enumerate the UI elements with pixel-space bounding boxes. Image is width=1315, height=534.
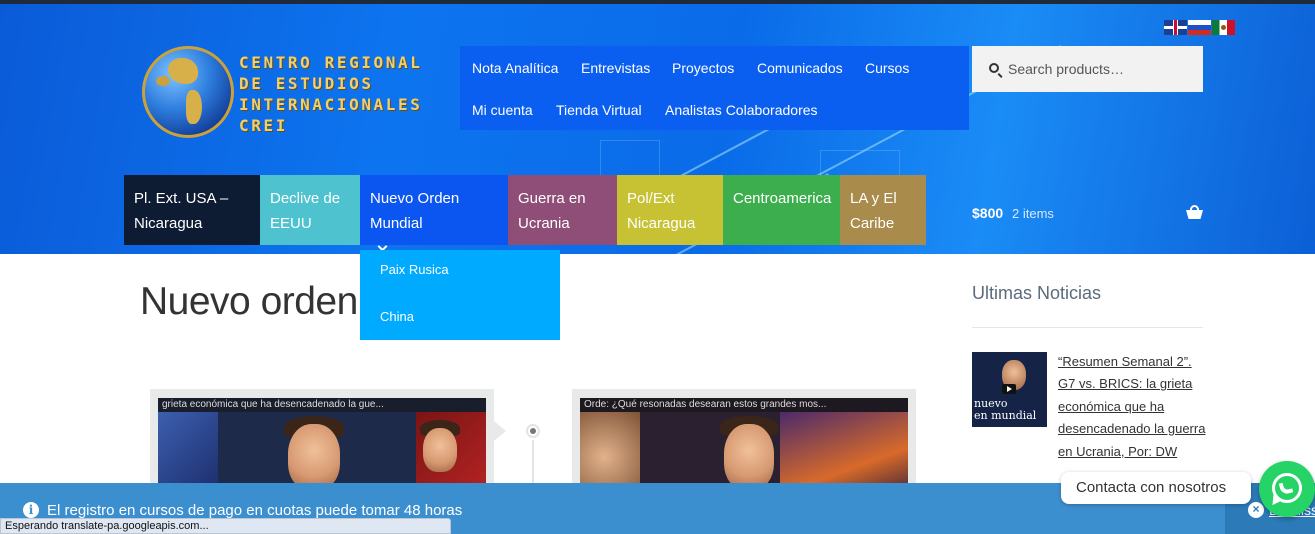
nav-label: Pl. Ext. USA – <box>134 190 229 207</box>
nav-mi-cuenta[interactable]: Mi cuenta <box>472 101 533 119</box>
site-header: CENTRO REGIONAL DE ESTUDIOS INTERNACIONA… <box>0 0 1315 254</box>
dropdown-item-china[interactable]: China <box>380 309 414 324</box>
logo-text: CENTRO REGIONAL DE ESTUDIOS INTERNACIONA… <box>239 52 469 136</box>
nav-centroamerica[interactable]: Centroamerica <box>723 175 840 245</box>
news-thumbnail[interactable]: nuevo en mundial <box>972 352 1047 427</box>
header-decoration <box>600 140 660 180</box>
video-caption: Orde: ¿Qué resonadas desearan estos gran… <box>580 398 908 412</box>
nav-label: Ucrania <box>518 215 570 232</box>
nav-nuevo-orden-mundial[interactable]: Nuevo Orden Mundial <box>360 175 508 252</box>
russia-flag-icon[interactable] <box>1188 20 1211 35</box>
notice-message: El registro en cursos de pago en cuotas … <box>47 502 463 519</box>
search-icon[interactable] <box>989 63 999 73</box>
whatsapp-label[interactable]: Contacta con nosotros <box>1061 472 1251 504</box>
nav-label: EEUU <box>270 215 312 232</box>
dropdown-item-paix-rusica[interactable]: Paix Rusica <box>380 262 449 277</box>
sidebar-divider <box>972 327 1203 328</box>
cart-amount: $800 <box>972 205 1004 221</box>
mini-cart[interactable]: $800 2 items <box>972 205 1204 225</box>
nav-proyectos[interactable]: Proyectos <box>672 59 734 77</box>
video-caption: grieta económica que ha desencadenado la… <box>158 398 486 412</box>
nav-analistas-colaboradores[interactable]: Analistas Colaboradores <box>665 101 818 119</box>
top-border <box>0 0 1315 4</box>
product-search <box>972 46 1203 92</box>
primary-nav: Pl. Ext. USA – Nicaragua Declive de EEUU… <box>124 175 926 252</box>
basket-icon[interactable] <box>1186 205 1203 219</box>
nav-cursos[interactable]: Cursos <box>865 59 909 77</box>
cart-count: 2 items <box>1012 206 1054 221</box>
timeline-pointer <box>494 421 506 441</box>
logo-line: CENTRO REGIONAL <box>239 53 423 72</box>
nav-declive-eeuu[interactable]: Declive de EEUU <box>260 175 360 245</box>
nav-la-caribe[interactable]: LA y El Caribe <box>840 175 926 245</box>
nav-label: Pol/Ext <box>627 190 675 207</box>
nav-label: LA y El <box>850 190 897 207</box>
nav-tienda-virtual[interactable]: Tienda Virtual <box>556 101 642 119</box>
play-icon <box>1002 384 1016 394</box>
secondary-nav: Nota Analítica Entrevistas Proyectos Com… <box>460 46 969 130</box>
site-logo[interactable]: CENTRO REGIONAL DE ESTUDIOS INTERNACIONA… <box>142 46 462 150</box>
nuevo-orden-dropdown: Paix Rusica China <box>360 250 560 340</box>
nav-nota-analitica[interactable]: Nota Analítica <box>472 59 558 77</box>
nav-label: Nicaragua <box>134 215 203 232</box>
whatsapp-icon[interactable] <box>1259 461 1315 517</box>
globe-icon <box>142 46 234 138</box>
page: CENTRO REGIONAL DE ESTUDIOS INTERNACIONA… <box>0 0 1315 534</box>
nav-label: Guerra en <box>518 190 586 207</box>
nav-label: Centroamerica <box>733 190 832 207</box>
logo-line: INTERNACIONALES <box>239 95 423 114</box>
close-icon[interactable]: × <box>1248 502 1264 518</box>
logo-line: CREI <box>239 116 288 135</box>
info-icon: i <box>23 502 39 518</box>
nav-label: Mundial <box>370 215 423 232</box>
browser-status-bar: Esperando translate-pa.googleapis.com... <box>0 518 451 534</box>
nav-entrevistas[interactable]: Entrevistas <box>581 59 650 77</box>
nav-pl-ext-usa-nicaragua[interactable]: Pl. Ext. USA – Nicaragua <box>124 175 260 245</box>
search-input[interactable] <box>1008 58 1193 80</box>
thumbnail-text: en mundial <box>974 409 1037 422</box>
nav-label: Caribe <box>850 215 895 232</box>
nav-label: Nicaragua <box>627 215 696 232</box>
logo-line: DE ESTUDIOS <box>239 74 374 93</box>
timeline-dot <box>526 424 540 438</box>
nav-comunicados[interactable]: Comunicados <box>757 59 843 77</box>
sidebar-title: Ultimas Noticias <box>972 283 1102 303</box>
nav-label: Nuevo Orden <box>370 190 460 207</box>
mexico-flag-icon[interactable] <box>1212 20 1235 35</box>
news-link[interactable]: “Resumen Semanal 2”. G7 vs. BRICS: la gr… <box>1058 351 1208 463</box>
nav-guerra-ucrania[interactable]: Guerra en Ucrania <box>508 175 617 245</box>
language-flags <box>1164 20 1235 35</box>
nav-pol-ext-nicaragua[interactable]: Pol/Ext Nicaragua <box>617 175 723 245</box>
nav-label: Declive de <box>270 190 341 207</box>
uk-flag-icon[interactable] <box>1164 20 1187 35</box>
